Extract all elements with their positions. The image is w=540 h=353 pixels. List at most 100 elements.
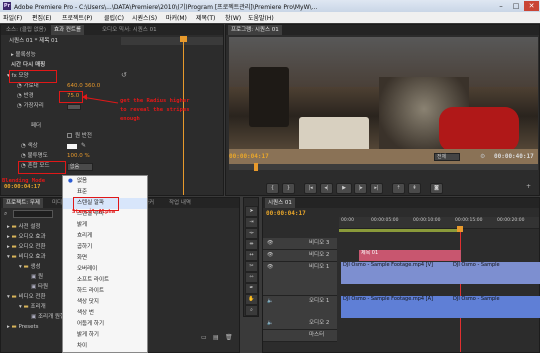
minimize-icon[interactable]: – xyxy=(494,1,508,11)
tree-item-presets[interactable]: ▸ ▬ 사전 설정 xyxy=(7,222,40,232)
eyedropper-icon[interactable]: ✎ xyxy=(81,142,86,149)
blend-option-color-dodge[interactable]: 색상 닷지 xyxy=(63,297,147,308)
blend-option-none[interactable]: ● 없음 xyxy=(63,176,147,187)
audio-clip-a[interactable]: DJI Osmo - Sample Footage.mp4 [A] xyxy=(341,296,453,318)
program-playhead-icon[interactable] xyxy=(254,163,258,171)
tree-item-iris-round[interactable]: ▣ 조리개 원형 xyxy=(31,312,65,322)
work-area-bar[interactable] xyxy=(339,229,459,232)
blend-mode-dropdown[interactable]: 없음 xyxy=(67,163,93,171)
eye-icon[interactable]: 👁 xyxy=(267,252,273,258)
close-icon[interactable]: ✕ xyxy=(524,1,539,11)
blend-option-screen[interactable]: 화면 xyxy=(63,253,147,264)
tab-source[interactable]: 소스: (클립 없음) xyxy=(3,25,49,35)
color-swatch[interactable] xyxy=(67,144,77,149)
playhead-icon[interactable] xyxy=(180,36,187,42)
tree-item-audio-transitions[interactable]: ▸ ▬ 오디오 전환 xyxy=(7,242,46,252)
param-center-value[interactable]: 640.0 360.0 xyxy=(67,81,100,91)
blend-option-lighten-more[interactable]: 밝게 하기 xyxy=(63,330,147,341)
tree-item-generate[interactable]: ▾ ▬ 생성 xyxy=(19,262,41,272)
rate-stretch-tool-icon[interactable]: ↔ xyxy=(245,250,258,261)
mark-in-button[interactable]: { xyxy=(266,183,279,194)
new-bin-icon[interactable]: ▭ xyxy=(201,334,207,341)
add-button-icon[interactable]: + xyxy=(526,183,531,190)
menu-marker[interactable]: 마커(M) xyxy=(166,13,187,22)
tree-item-video-transitions[interactable]: ▾ ▬ 비디오 전환 xyxy=(7,292,46,302)
tree-item-circle[interactable]: ▣ 원 xyxy=(31,272,43,282)
blend-option-lighten[interactable]: 밝게 xyxy=(63,220,147,231)
blend-option-darken[interactable]: 흐리게 xyxy=(63,231,147,242)
tab-history[interactable]: 작업 내역 xyxy=(166,198,194,208)
hand-tool-icon[interactable]: ✋ xyxy=(245,294,258,305)
tab-effect-controls[interactable]: 효과 컨트롤 xyxy=(51,25,85,35)
menu-sequence[interactable]: 시퀀스(S) xyxy=(132,13,157,22)
video-clip-a[interactable]: DJI Osmo - Sample Footage.mp4 [V] xyxy=(341,262,453,284)
speaker-icon[interactable]: 🔈 xyxy=(267,298,273,304)
track-header-audio1[interactable]: 🔈 오디오 1 xyxy=(263,296,337,319)
param-opacity-value[interactable]: 100.0 % xyxy=(67,151,90,161)
extract-button[interactable]: ⇞ xyxy=(408,183,421,194)
maximize-icon[interactable]: □ xyxy=(509,1,523,11)
go-to-out-button[interactable]: ▸| xyxy=(370,183,383,194)
menu-help[interactable]: 도움말(H) xyxy=(248,13,274,22)
audio-clip-b[interactable]: DJI Osmo - Sample xyxy=(451,296,540,318)
tree-item-presets-bin[interactable]: ▸ ▬ Presets xyxy=(7,322,38,332)
zoom-tool-icon[interactable]: ⌕ xyxy=(245,305,258,316)
invert-circle-checkbox[interactable] xyxy=(67,133,72,138)
export-frame-button[interactable]: ◙ xyxy=(430,183,443,194)
trash-icon[interactable]: 🗑 xyxy=(225,334,233,341)
track-header-video2[interactable]: 👁 비디오 2 xyxy=(263,250,337,262)
menu-clip[interactable]: 클립(C) xyxy=(104,13,124,22)
reset-icon[interactable]: ↺ xyxy=(121,71,127,79)
wrench-icon[interactable]: ⚙ xyxy=(480,153,485,160)
search-input[interactable] xyxy=(13,210,53,218)
step-back-button[interactable]: ◂| xyxy=(320,183,333,194)
track-header-master[interactable]: 마스터 xyxy=(263,330,337,342)
razor-tool-icon[interactable]: ✂ xyxy=(245,261,258,272)
menu-edit[interactable]: 편집(E) xyxy=(32,13,52,22)
tree-item-ellipse[interactable]: ▣ 타원 xyxy=(31,282,48,292)
track-select-tool-icon[interactable]: ⇥ xyxy=(245,217,258,228)
eye-icon[interactable]: 👁 xyxy=(267,264,273,270)
track-header-video1[interactable]: 👁 비디오 1 xyxy=(263,262,337,285)
blend-option-hard-light[interactable]: 하드 라이트 xyxy=(63,286,147,297)
edge-dropdown[interactable] xyxy=(67,104,81,110)
tab-program[interactable]: 프로그램: 시퀀스 01 xyxy=(228,25,282,35)
step-forward-button[interactable]: |▸ xyxy=(354,183,367,194)
blend-option-difference[interactable]: 차이 xyxy=(63,341,147,352)
speaker-icon[interactable]: 🔈 xyxy=(267,320,273,326)
eye-icon[interactable]: 👁 xyxy=(267,240,273,246)
play-button[interactable]: ▶ xyxy=(336,183,352,194)
effect-row-distort[interactable]: ▸ 볼록성능 xyxy=(11,50,36,60)
blend-option-soft-light[interactable]: 소프트 라이트 xyxy=(63,275,147,286)
blend-option-multiply[interactable]: 곱하기 xyxy=(63,242,147,253)
effect-row-time-remap[interactable]: 시간 다시 매핑 xyxy=(11,60,45,70)
track-header-audio2[interactable]: 🔈 오디오 2 xyxy=(263,318,337,330)
tree-item-video-effects[interactable]: ▾ ▬ 비디오 효과 xyxy=(7,252,46,262)
selection-tool-icon[interactable]: ➤ xyxy=(245,206,258,217)
lift-button[interactable]: ⇡ xyxy=(392,183,405,194)
menu-project[interactable]: 프로젝트(P) xyxy=(62,13,92,22)
rolling-edit-tool-icon[interactable]: ⇹ xyxy=(245,239,258,250)
go-to-in-button[interactable]: |◂ xyxy=(304,183,317,194)
menu-window[interactable]: 창(W) xyxy=(225,13,241,22)
track-header-video3[interactable]: 👁 비디오 3 xyxy=(263,238,337,250)
title-clip[interactable]: 제목 01 xyxy=(359,250,461,261)
menu-file[interactable]: 파일(F) xyxy=(3,13,22,22)
tab-audio-mixer[interactable]: 오디오 믹서: 시퀀스 01 xyxy=(99,25,160,35)
fit-dropdown[interactable]: 전체 xyxy=(434,153,460,161)
program-scrub-bar[interactable] xyxy=(229,164,538,170)
slip-tool-icon[interactable]: ⇿ xyxy=(245,272,258,283)
menu-title[interactable]: 제목(T) xyxy=(196,13,215,22)
tree-item-audio-effects[interactable]: ▸ ▬ 오디오 효과 xyxy=(7,232,46,242)
pen-tool-icon[interactable]: ✒ xyxy=(245,283,258,294)
mark-out-button[interactable]: } xyxy=(282,183,295,194)
video-clip-b[interactable]: DJI Osmo - Sample xyxy=(451,262,540,284)
tab-project[interactable]: 프로젝트: 무제 xyxy=(3,198,43,208)
blend-option-overlay[interactable]: 오버레이 xyxy=(63,264,147,275)
tab-sequence[interactable]: 시퀀스 01 xyxy=(265,198,295,208)
blend-option-color-burn[interactable]: 색상 번 xyxy=(63,308,147,319)
ripple-edit-tool-icon[interactable]: ⟛ xyxy=(245,228,258,239)
tree-item-iris[interactable]: ▾ ▬ 조리개 xyxy=(19,302,46,312)
blend-option-darken-more[interactable]: 어둡게 하기 xyxy=(63,319,147,330)
new-item-icon[interactable]: ▤ xyxy=(213,334,219,341)
